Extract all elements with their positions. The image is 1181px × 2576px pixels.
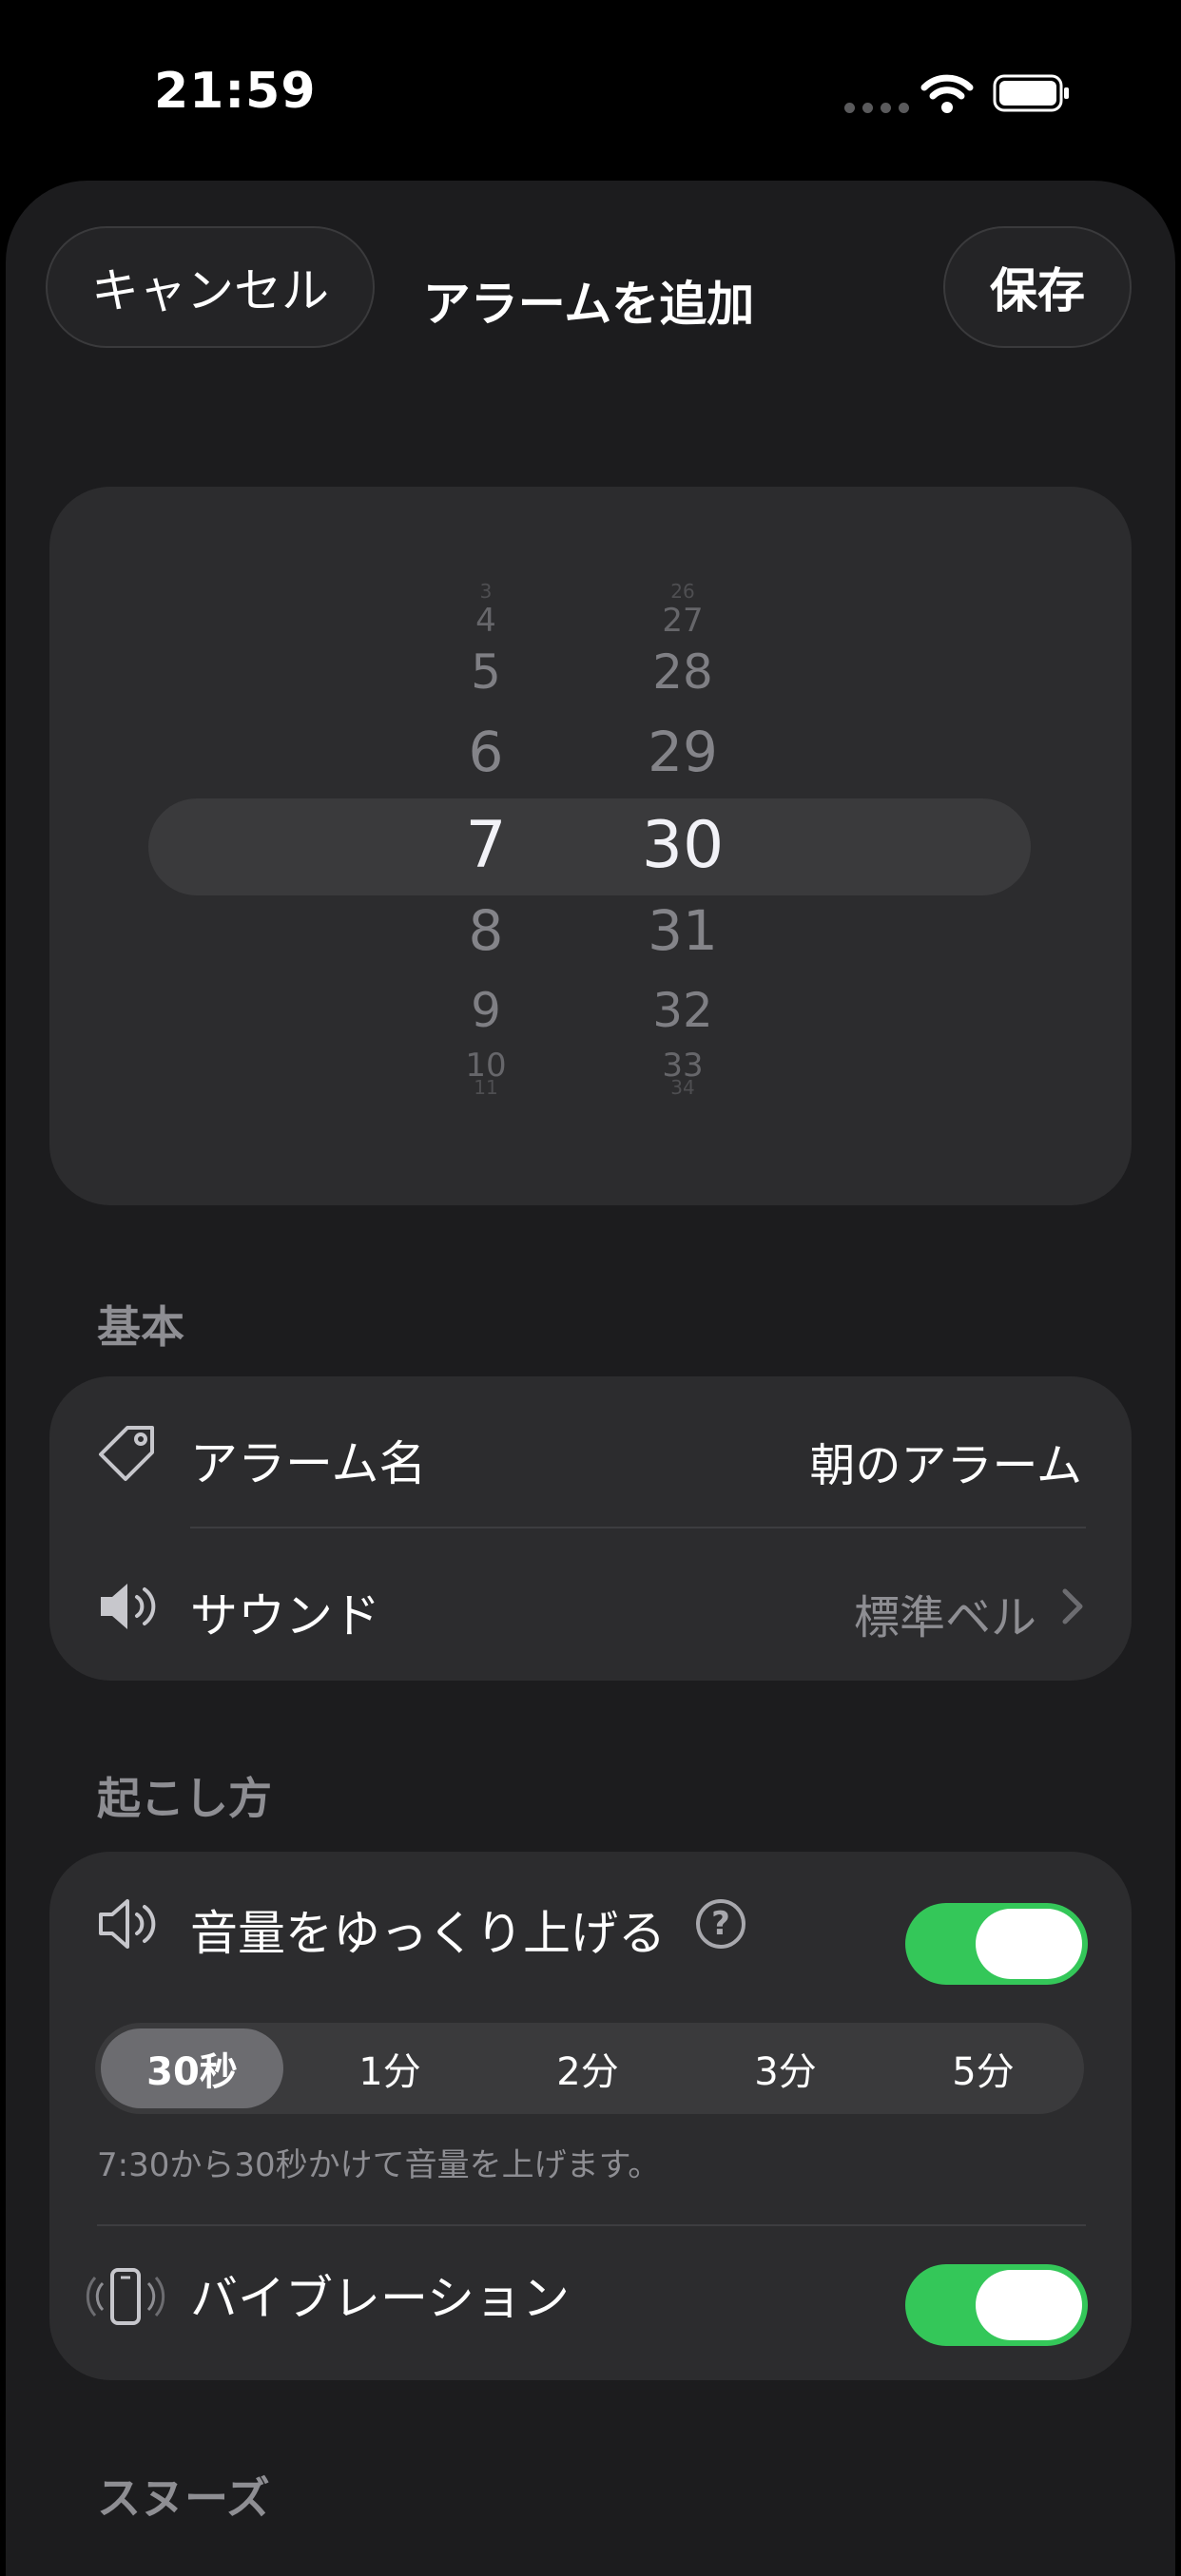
tag-icon: [99, 1426, 154, 1481]
picker-selected-value[interactable]: 7: [391, 814, 581, 878]
section-snooze-title: スヌーズ: [97, 2472, 270, 2524]
status-bar: 21:59: [0, 0, 1181, 181]
duration-segmented-control[interactable]: 30秒 1分 2分 3分 5分: [95, 2023, 1084, 2114]
help-icon[interactable]: ?: [696, 1899, 745, 1949]
picker-value[interactable]: 4: [391, 605, 581, 637]
picker-value[interactable]: 3: [391, 582, 581, 601]
duration-option[interactable]: 30秒: [101, 2028, 283, 2108]
gradual-volume-toggle[interactable]: [905, 1903, 1088, 1985]
toggle-knob: [976, 1909, 1082, 1979]
picker-value[interactable]: 8: [391, 903, 581, 958]
picker-value[interactable]: 27: [588, 605, 778, 637]
speaker-low-icon: [99, 1899, 156, 1949]
minute-wheel[interactable]: 26 27 28 29 30 31 32 33 34: [588, 487, 778, 1205]
basic-settings-card: アラーム名 朝のアラーム サウンド 標準ベル: [49, 1376, 1132, 1681]
alarm-name-value[interactable]: 朝のアラーム: [809, 1428, 1082, 1494]
picker-value[interactable]: 9: [391, 987, 581, 1034]
picker-value[interactable]: 5: [391, 648, 581, 696]
picker-value[interactable]: 6: [391, 724, 581, 779]
gradual-volume-label: 音量をゆっくり上げる: [190, 1906, 666, 1961]
duration-option[interactable]: 3分: [694, 2028, 877, 2108]
speaker-icon: [101, 1584, 156, 1629]
picker-value[interactable]: 29: [588, 724, 778, 779]
vibration-toggle[interactable]: [905, 2264, 1088, 2346]
picker-value[interactable]: 28: [588, 648, 778, 696]
status-time: 21:59: [154, 63, 317, 120]
battery-icon: [993, 74, 1069, 112]
sound-label: サウンド: [190, 1588, 380, 1644]
alarm-name-label: アラーム名: [190, 1436, 427, 1491]
phone-vibrate-icon: [86, 2268, 165, 2325]
wake-settings-card: 音量をゆっくり上げる ? 30秒 1分 2分 3分 5分 7:30から30秒かけて音量を…: [49, 1852, 1132, 2380]
section-wake-title: 起こし方: [97, 1773, 272, 1824]
sound-value[interactable]: 標準ベル: [854, 1580, 1036, 1646]
picker-value[interactable]: 11: [391, 1078, 581, 1097]
picker-selected-value[interactable]: 30: [588, 814, 778, 878]
picker-value[interactable]: 31: [588, 903, 778, 958]
sheet-title-text: アラームを追加: [422, 277, 755, 332]
wifi-icon: [920, 74, 974, 113]
picker-value[interactable]: 26: [588, 582, 778, 601]
signal-dots-icon: [844, 103, 909, 113]
duration-option[interactable]: 1分: [299, 2028, 481, 2108]
picker-value[interactable]: 34: [588, 1078, 778, 1097]
duration-option[interactable]: 5分: [892, 2028, 1075, 2108]
hour-wheel[interactable]: 3 4 5 6 7 8 9 10 11: [391, 487, 581, 1205]
row-divider: [97, 2224, 1086, 2226]
vibration-label: バイブレーション: [190, 2271, 570, 2326]
toggle-knob: [976, 2270, 1082, 2340]
section-basic-title: 基本: [97, 1301, 184, 1353]
picker-value[interactable]: 32: [588, 987, 778, 1034]
chevron-right-icon[interactable]: [1061, 1587, 1084, 1625]
save-button[interactable]: 保存: [943, 226, 1132, 348]
time-picker[interactable]: 3 4 5 6 7 8 9 10 11 26 27 28 29 30 31 32 33 34: [49, 487, 1132, 1205]
gradual-volume-note: 7:30から30秒かけて音量を上げます。: [97, 2146, 661, 2184]
duration-option[interactable]: 2分: [496, 2028, 679, 2108]
row-divider: [190, 1527, 1086, 1528]
